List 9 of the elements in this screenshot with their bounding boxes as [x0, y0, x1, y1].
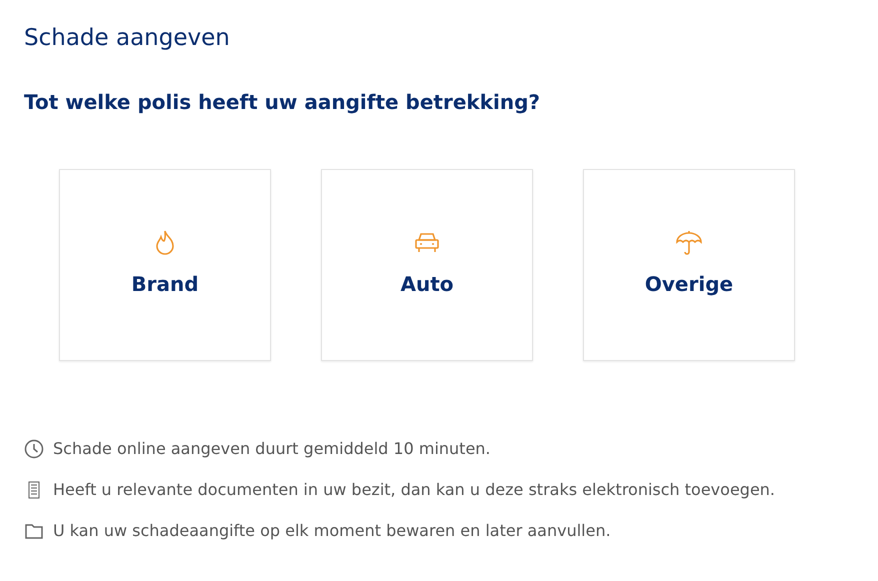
- policy-option-card[interactable]: Overige: [583, 169, 795, 361]
- policy-option-card[interactable]: Brand: [59, 169, 271, 361]
- info-text: Schade online aangeven duurt gemiddeld 10 minuten.: [53, 438, 491, 460]
- info-text: U kan uw schadeaangifte op elk moment bewaren en later aanvullen.: [53, 520, 611, 542]
- policy-option-card[interactable]: Auto: [321, 169, 533, 361]
- info-text: Heeft u relevante documenten in uw bezit, dan kan u deze straks elektronisch toevoegen.: [53, 479, 776, 501]
- page-title: Schade aangeven: [24, 24, 231, 53]
- clock-icon: [24, 439, 44, 459]
- question-heading: Tot welke polis heeft uw aangifte betrekking?: [24, 89, 542, 116]
